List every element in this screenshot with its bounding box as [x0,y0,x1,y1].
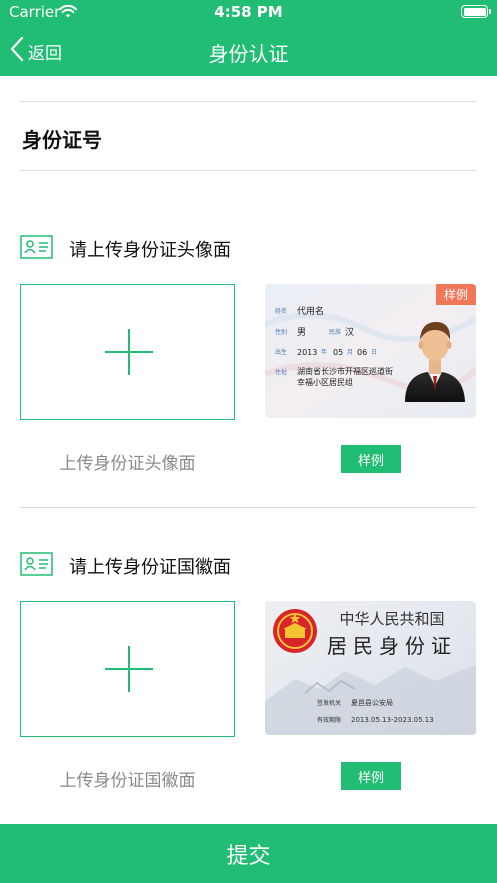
divider [20,507,476,508]
validity-label: 有效期限 [317,716,341,724]
battery-icon [461,5,491,18]
address-label: 住址 [275,368,287,376]
nav-bar: 返回 身份认证 [0,26,497,76]
gender-value: 男 [297,327,306,338]
address-line-1: 湖南省长沙市开福区巡道街 [297,366,393,376]
address-line-2: 幸福小区居民组 [297,377,353,387]
back-section-title: 请上传身份证国徽面 [69,557,231,578]
id-card-icon [20,235,53,263]
page-title: 身份认证 [208,42,289,66]
back-upload-caption: 上传身份证国徽面 [59,771,196,791]
gender-label: 性别 [275,328,287,336]
back-section-header: 请上传身份证国徽面 [20,551,231,581]
country-name: 中华人民共和国 [339,610,444,628]
id-number-field[interactable]: 身份证号 [22,124,102,153]
plus-icon-stroke [128,646,130,692]
back-sample-image: 中华人民共和国 居民身份证 签发机关 夏邑县公安局 有效期限 2013.05.1… [265,601,476,735]
status-bar: Carrier 4:58 PM [0,0,497,26]
front-upload-box[interactable] [20,284,235,420]
birth-year: 2013 [297,348,317,357]
front-sample-image: 样例 姓名 代用名 性别 男 民族 汉 出生 2013 年 05 月 06 日 … [265,284,476,418]
submit-button[interactable]: 提交 [0,824,497,883]
authority-value: 夏邑县公安局 [351,698,393,707]
birth-label: 出生 [275,348,287,356]
front-upload-caption: 上传身份证头像面 [59,454,196,474]
ethnicity-label: 民族 [329,328,341,336]
plus-icon-stroke [128,329,130,375]
divider [20,101,476,102]
authority-label: 签发机关 [317,699,341,707]
id-card-icon [20,552,53,580]
name-label: 姓名 [275,307,287,315]
sample-tag-label: 样例 [444,287,468,302]
card-title: 居民身份证 [327,634,457,658]
validity-value: 2013.05.13-2023.05.13 [351,716,434,724]
clock: 4:58 PM [214,3,283,21]
birth-day: 06 [357,348,367,357]
birth-month: 05 [333,348,343,357]
ethnicity-value: 汉 [345,327,354,338]
birth-month-unit: 月 [347,349,353,356]
birth-day-unit: 日 [371,349,377,356]
front-section-header: 请上传身份证头像面 [20,234,231,264]
name-value: 代用名 [297,305,324,317]
back-sample-button[interactable]: 样例 [341,762,401,790]
front-sample-button[interactable]: 样例 [341,445,401,473]
divider [20,170,476,171]
back-upload-box[interactable] [20,601,235,737]
emblem-image [273,609,317,653]
front-section-title: 请上传身份证头像面 [69,240,231,261]
birth-year-unit: 年 [321,348,327,356]
